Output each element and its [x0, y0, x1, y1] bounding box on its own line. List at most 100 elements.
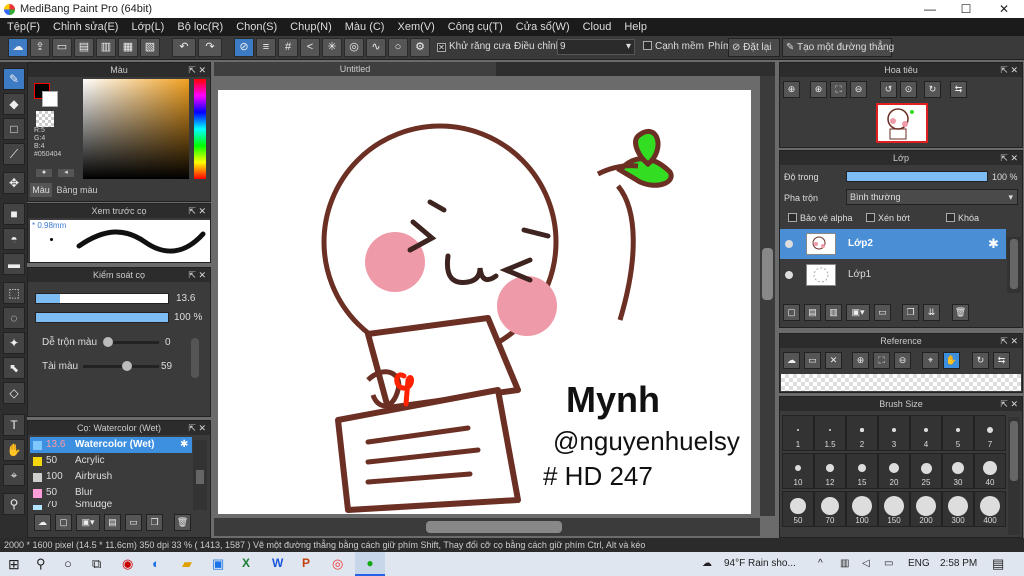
brush-size-slider[interactable]	[35, 293, 169, 304]
lasso-icon[interactable]: ◌	[3, 307, 25, 329]
comment-icon[interactable]: ▭	[52, 38, 72, 57]
panel-close-icon[interactable]: ⇱ ✕	[1000, 334, 1018, 348]
brush-size-cell[interactable]: 400	[974, 491, 1006, 527]
brush-size-cell[interactable]: 3	[878, 415, 910, 451]
brush-settings-icon[interactable]: ▤	[104, 514, 121, 531]
menu-select[interactable]: Chọn(S)	[236, 21, 277, 33]
protect-alpha-checkbox[interactable]: Bảo vệ alpha	[788, 213, 853, 223]
clip-checkbox[interactable]: Xén bớt	[866, 213, 910, 223]
folder-icon[interactable]: ▭	[125, 514, 142, 531]
layer-blend-select[interactable]: Bình thường ▾	[846, 189, 1018, 205]
close-reference-icon[interactable]: ✕	[825, 352, 842, 369]
adjust-select[interactable]: 9 ▾	[557, 39, 635, 55]
new-8bit-layer-icon[interactable]: ▥	[825, 304, 842, 321]
cortana-icon[interactable]: ○	[64, 556, 72, 571]
delete-layer-icon[interactable]: 🗑	[952, 304, 969, 321]
undo-icon[interactable]: ↶	[172, 38, 196, 57]
brush-size-scrollbar[interactable]	[1008, 417, 1020, 535]
canvas-paper[interactable]: Mynh @nguyenhuelsy # HD 247	[218, 90, 751, 514]
brush-tool-icon[interactable]: ✎	[3, 68, 25, 90]
color-swap-icon[interactable]: ◂	[58, 169, 74, 177]
bucket-tool-icon[interactable]: ◓	[3, 228, 25, 250]
app1-icon[interactable]: ◉	[122, 556, 133, 572]
brush-size-cell[interactable]: 50	[782, 491, 814, 527]
ref-zoom-out-icon[interactable]: ⊖	[894, 352, 911, 369]
reset-rotate-icon[interactable]: ⊙	[900, 81, 917, 98]
menu-color[interactable]: Màu (C)	[345, 21, 385, 33]
layer-row[interactable]: Lớp1	[780, 260, 1006, 290]
folder-icon[interactable]: ▭	[874, 304, 891, 321]
reset-button[interactable]: ⊘ Đặt lại	[728, 38, 780, 57]
rect-tool-icon[interactable]: □	[3, 118, 25, 140]
file-explorer-icon[interactable]: ▰	[182, 556, 192, 572]
ref-zoom-in-icon[interactable]: ⊕	[852, 352, 869, 369]
brush-size-cell[interactable]: 300	[942, 491, 974, 527]
eraser-tool-icon[interactable]: ◆	[3, 93, 25, 115]
brush-size-cell[interactable]: 4	[910, 415, 942, 451]
menu-cloud[interactable]: Cloud	[583, 21, 612, 33]
navigator-thumbnail[interactable]	[876, 103, 928, 143]
brush-list-scrollbar[interactable]	[193, 440, 207, 510]
new-brush-icon[interactable]: ▢	[55, 514, 72, 531]
hue-slider[interactable]	[194, 79, 206, 179]
reference-area[interactable]	[781, 374, 1021, 391]
brush-opacity-slider[interactable]	[35, 312, 169, 323]
ref-flip-icon[interactable]: ⇆	[993, 352, 1010, 369]
parallel-snap-icon[interactable]: ≡	[256, 38, 276, 57]
duplicate-brush-icon[interactable]: ❐	[146, 514, 163, 531]
brush-size-cell[interactable]: 30	[942, 453, 974, 489]
chrome-icon[interactable]: ◎	[332, 556, 343, 572]
weather-text[interactable]: 94°F Rain sho...	[724, 558, 796, 569]
brush-size-cell[interactable]: 2	[846, 415, 878, 451]
add-brush-icon[interactable]: ▣▾	[76, 514, 100, 531]
minimize-button[interactable]: —	[912, 0, 948, 18]
magic-wand-icon[interactable]: ✦	[3, 332, 25, 354]
color-sv-picker[interactable]	[83, 79, 189, 179]
zoom-out-icon[interactable]: ⊖	[850, 81, 867, 98]
grid-icon[interactable]: ▧	[140, 38, 160, 57]
menu-tools[interactable]: Công cụ(T)	[448, 21, 503, 33]
language-indicator[interactable]: ENG	[908, 558, 930, 569]
curve-snap-icon[interactable]: ∿	[366, 38, 386, 57]
brush-size-cell[interactable]: 7	[974, 415, 1006, 451]
layer-row[interactable]: Lớp2 ✱	[780, 229, 1006, 259]
panel-close-icon[interactable]: ⇱ ✕	[188, 268, 206, 282]
brush-size-cell[interactable]: 5	[942, 415, 974, 451]
powerpoint-icon[interactable]: P	[302, 556, 310, 570]
brush-size-cell[interactable]: 15	[846, 453, 878, 489]
tab-color[interactable]: Màu	[30, 183, 52, 197]
brush-size-cell[interactable]: 20	[878, 453, 910, 489]
transparent-swatch[interactable]	[36, 111, 54, 127]
layer-icon[interactable]: ▥	[96, 38, 116, 57]
brush-size-cell[interactable]: 1	[782, 415, 814, 451]
excel-icon[interactable]: X	[242, 556, 250, 570]
network-icon[interactable]: ▥	[840, 558, 849, 569]
brush-size-cell[interactable]: 1.5	[814, 415, 846, 451]
brush-size-cell[interactable]: 200	[910, 491, 942, 527]
flip-icon[interactable]: ⇆	[950, 81, 967, 98]
brush-item[interactable]: 13.6 Watercolor (Wet) ✱	[30, 437, 192, 453]
rotate-left-icon[interactable]: ↺	[880, 81, 897, 98]
tab-palette[interactable]: Bảng màu	[54, 183, 100, 197]
maximize-button[interactable]: ☐	[948, 0, 984, 18]
eyedropper-icon[interactable]: ⌖	[3, 464, 25, 486]
vanishing-snap-icon[interactable]: <	[300, 38, 320, 57]
line-tool-icon[interactable]: ⟋	[3, 143, 25, 165]
layer-settings-icon[interactable]: ✱	[988, 229, 999, 259]
merge-layer-icon[interactable]: ⇊	[923, 304, 940, 321]
ref-fit-icon[interactable]: ⛶	[873, 352, 890, 369]
menu-help[interactable]: Help	[624, 21, 647, 33]
gradient-tool-icon[interactable]: ▬	[3, 253, 25, 275]
move-tool-icon[interactable]: ✥	[3, 172, 25, 194]
color-mode-icon[interactable]: ●	[36, 169, 52, 177]
ink-slider[interactable]	[83, 361, 159, 371]
vertical-scrollbar[interactable]	[760, 76, 775, 516]
fill-shape-icon[interactable]: ■	[3, 203, 25, 225]
horizontal-scrollbar[interactable]	[214, 518, 760, 536]
background-color-swatch[interactable]	[42, 91, 58, 107]
panel-close-icon[interactable]: ⇱ ✕	[188, 63, 206, 77]
layer-scrollbar[interactable]	[1007, 237, 1021, 293]
panel-close-icon[interactable]: ⇱ ✕	[188, 204, 206, 218]
brush-size-cell[interactable]: 25	[910, 453, 942, 489]
ref-hand-icon[interactable]: ✋	[943, 352, 960, 369]
